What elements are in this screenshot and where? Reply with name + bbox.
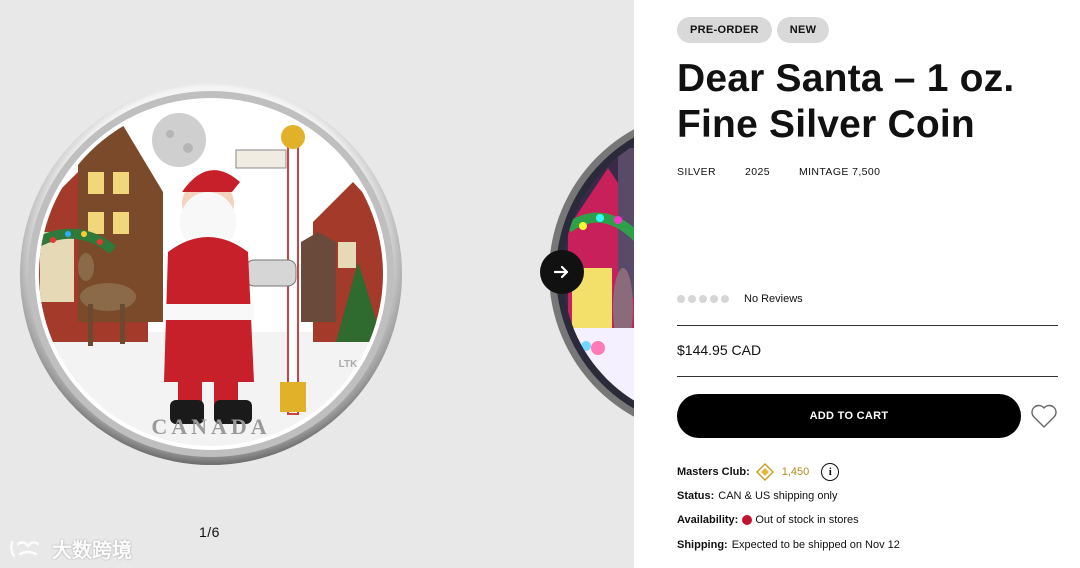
coin-image-main[interactable]: CANADA LTK (18, 82, 404, 466)
watermark: 大数跨境 (8, 534, 132, 563)
product-title-line2: Fine Silver Coin (677, 103, 975, 146)
star-rating-dot (688, 295, 696, 303)
watermark-logo-icon (10, 540, 40, 557)
divider-bottom (677, 376, 1058, 377)
next-image-button[interactable] (540, 250, 584, 294)
product-meta: SILVER 2025 MINTAGE 7,500 (677, 166, 880, 178)
star-rating (677, 295, 729, 303)
product-title-line1: Dear Santa – 1 oz. (677, 57, 1015, 100)
metal-label: SILVER (677, 166, 716, 178)
coin-initials: LTK (339, 359, 358, 370)
masters-club-row: Masters Club: 1,450 i (677, 463, 840, 481)
shipping-label: Shipping: (677, 539, 728, 551)
watermark-text: 大数跨境 (52, 540, 132, 562)
star-rating-dot (710, 295, 718, 303)
availability-row: Availability: Out of stock in stores (677, 514, 859, 526)
wishlist-heart-icon[interactable] (1030, 403, 1058, 429)
masters-club-points: 1,450 (781, 466, 810, 478)
status-value: CAN & US shipping only (718, 490, 838, 502)
product-title: Dear Santa – 1 oz. Fine Silver Coin (677, 56, 1067, 148)
availability-value: Out of stock in stores (755, 514, 859, 526)
star-rating-dot (721, 295, 729, 303)
stock-status-dot (742, 515, 753, 525)
shipping-value: Expected to be shipped on Nov 12 (731, 539, 900, 551)
product-details-panel: PRE-ORDER NEW Dear Santa – 1 oz. Fine Si… (634, 0, 1080, 568)
pre-order-badge: PRE-ORDER (677, 17, 772, 43)
mintage-label: MINTAGE 7,500 (798, 166, 881, 178)
year-label: 2025 (744, 166, 770, 178)
status-label: Status: (677, 490, 715, 502)
divider-top (677, 325, 1058, 326)
star-rating-dot (677, 295, 685, 303)
badge-group: PRE-ORDER NEW (677, 17, 830, 43)
coin-inscription: CANADA (151, 414, 270, 439)
arrow-right-icon (554, 265, 569, 279)
image-pager: 1/6 (199, 524, 220, 540)
new-badge: NEW (776, 17, 830, 43)
star-rating-dot (699, 295, 707, 303)
status-row: Status: CAN & US shipping only (677, 490, 838, 502)
product-price: $144.95 CAD (677, 342, 762, 358)
info-icon[interactable]: i (821, 463, 840, 481)
masters-club-label: Masters Club: (677, 466, 750, 478)
availability-label: Availability: (677, 514, 739, 526)
reviews-summary[interactable]: No Reviews (677, 293, 803, 305)
add-to-cart-button[interactable]: ADD TO CART (677, 394, 1021, 438)
shipping-row: Shipping: Expected to be shipped on Nov … (677, 539, 900, 551)
reviews-label[interactable]: No Reviews (744, 293, 803, 305)
diamond-points-icon (755, 463, 774, 481)
product-image-gallery: CANADA LTK 1/6 大数跨境 (0, 0, 634, 568)
